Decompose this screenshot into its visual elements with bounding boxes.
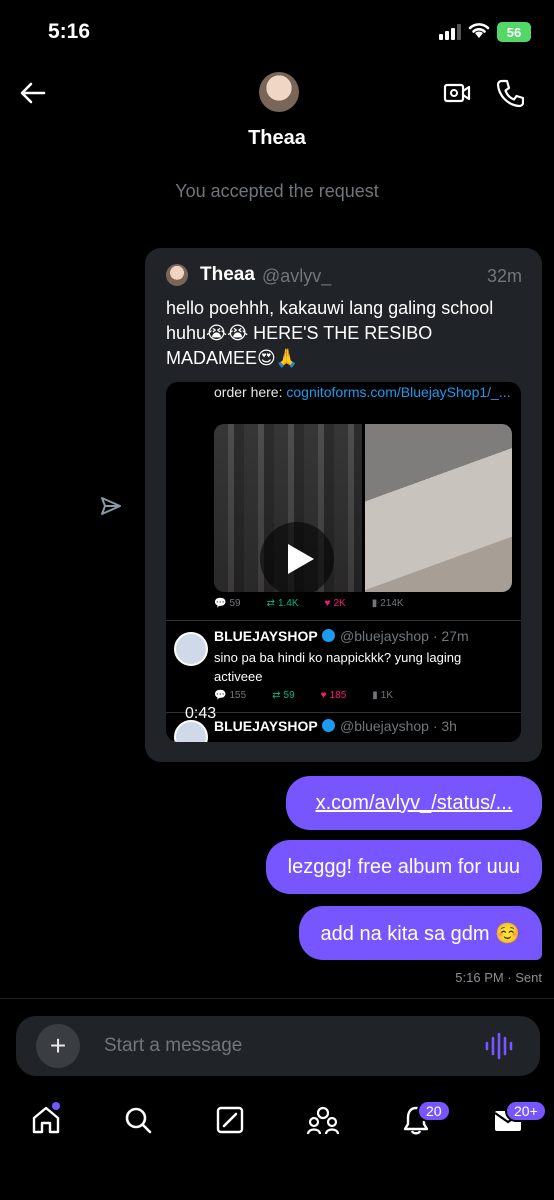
add-attachment-button[interactable]: + — [36, 1024, 80, 1068]
grok-icon[interactable] — [214, 1104, 246, 1136]
order-prefix: order here: — [214, 384, 287, 400]
battery-icon: 56 — [497, 22, 531, 42]
status-time: 5:16 — [48, 20, 91, 43]
signal-icon — [439, 24, 461, 40]
video-duration: 0:43 — [185, 705, 217, 722]
tweet-author-avatar — [166, 264, 188, 286]
verified-icon — [321, 629, 335, 642]
search-icon[interactable] — [122, 1104, 154, 1136]
tweet-text: hello poehhh, kakauwi lang galing school… — [166, 298, 494, 368]
reply-count-2[interactable]: 💬 155 — [214, 690, 246, 701]
reply-count[interactable]: 💬 59 — [214, 598, 241, 609]
tweet-time: 32m — [486, 266, 522, 286]
verified-icon-2 — [321, 719, 335, 732]
home-unread-dot — [52, 1102, 60, 1110]
like-count-2[interactable]: ♥ 185 — [321, 690, 347, 701]
repost-count[interactable]: ⇄ 1.4K — [267, 598, 299, 609]
tweet-media-embed[interactable]: order here: cognitoforms.com/BluejayShop… — [166, 382, 521, 742]
system-message: You accepted the request — [175, 181, 379, 201]
like-count[interactable]: ♥ 2K — [325, 598, 346, 609]
tweet-author-handle: @avlyv_ — [262, 266, 332, 286]
embed-divider — [166, 620, 521, 621]
phone-call-icon[interactable] — [496, 78, 524, 108]
back-arrow-icon[interactable] — [18, 78, 48, 108]
status-bar: 5:16 56 — [0, 0, 554, 60]
voice-message-icon[interactable] — [484, 1032, 514, 1060]
post3-name: BLUEJAYSHOP — [214, 718, 335, 734]
embed-stats-row-2: 💬 155 ⇄ 59 ♥ 185 ▮ 1K — [214, 690, 512, 701]
embed-order-line: order here: cognitoforms.com/BluejayShop… — [214, 382, 514, 402]
view-count[interactable]: ▮ 214K — [372, 598, 404, 609]
communities-icon[interactable] — [306, 1104, 340, 1136]
embed-divider-2 — [166, 712, 521, 713]
message-bubble[interactable]: add na kita sa gdm ☺️ — [298, 906, 542, 960]
contact-avatar[interactable] — [259, 72, 299, 112]
notifications-badge: 20 — [417, 1100, 451, 1122]
embed-stats-row: 💬 59 ⇄ 1.4K ♥ 2K ▮ 214K — [214, 598, 512, 609]
video-call-icon[interactable] — [443, 79, 471, 107]
message-composer[interactable]: + Start a message — [16, 1016, 540, 1076]
post3-handle: @bluejayshop · 3h — [340, 718, 457, 734]
message-bubble-link[interactable]: x.com/avlyv_/status/... — [286, 776, 542, 830]
tweet-author-name: Theaa — [200, 264, 255, 285]
thumbnail-right — [364, 424, 512, 592]
message-input[interactable]: Start a message — [104, 1035, 242, 1057]
messages-badge: 20+ — [505, 1100, 547, 1122]
view-count-2[interactable]: ▮ 1K — [372, 690, 393, 701]
repost-count-2[interactable]: ⇄ 59 — [272, 690, 295, 701]
post2-handle: @bluejayshop · 27m — [340, 628, 469, 644]
embed-video-thumbnail[interactable] — [214, 424, 512, 592]
shared-tweet-card[interactable]: Theaa @avlyv_ 32m hello poehhh, kakauwi … — [145, 248, 542, 762]
bluejayshop-avatar — [174, 632, 208, 666]
post2-text: sino pa ba hindi ko nappickkk? yung lagi… — [214, 650, 462, 684]
wifi-icon — [468, 23, 490, 38]
order-link[interactable]: cognitoforms.com/BluejayShop1/_... — [286, 384, 510, 400]
message-bubble[interactable]: lezggg! free album for uuu — [265, 840, 542, 894]
contact-name[interactable]: Theaa — [0, 127, 554, 150]
post2-name: BLUEJAYSHOP — [214, 628, 335, 644]
message-meta: 5:16 PM · Sent — [455, 970, 542, 985]
share-send-icon[interactable] — [100, 496, 122, 516]
bluejayshop-avatar-2 — [174, 720, 208, 742]
composer-separator — [0, 998, 554, 999]
play-icon[interactable] — [260, 522, 334, 596]
